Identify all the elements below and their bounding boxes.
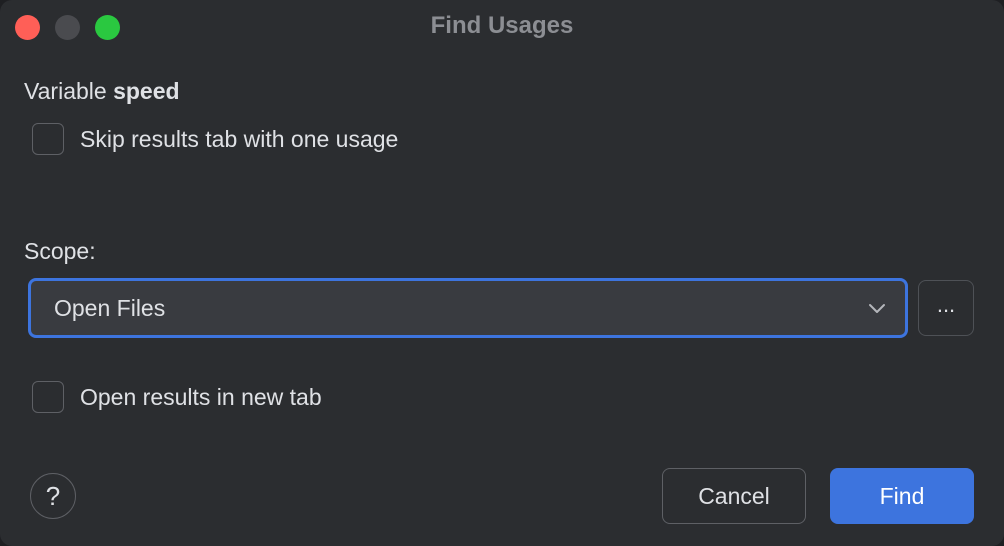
help-button[interactable]: ? [30,473,76,519]
scope-label: Scope: [24,238,96,264]
skip-results-tab-label: Skip results tab with one usage [80,125,399,152]
open-in-new-tab-option[interactable]: Open results in new tab [32,381,322,413]
skip-results-tab-option[interactable]: Skip results tab with one usage [32,123,398,155]
skip-results-tab-checkbox[interactable] [32,123,64,155]
scope-more-button[interactable]: ... [918,280,974,336]
open-in-new-tab-checkbox[interactable] [32,381,64,413]
target-name: speed [113,78,180,104]
open-in-new-tab-label: Open results in new tab [80,383,322,410]
chevron-down-icon [869,304,885,313]
target-kind: Variable [24,78,107,104]
scope-selected-value: Open Files [54,294,166,321]
window-title: Find Usages [430,12,574,39]
find-usages-dialog: Find Usages Variable speed Skip results … [0,0,1004,546]
cancel-button[interactable]: Cancel [662,468,806,524]
find-button[interactable]: Find [830,468,974,524]
title-bar: Find Usages [0,0,1004,56]
target-description: Variable speed [24,78,180,105]
scope-dropdown[interactable]: Open Files [28,278,908,338]
